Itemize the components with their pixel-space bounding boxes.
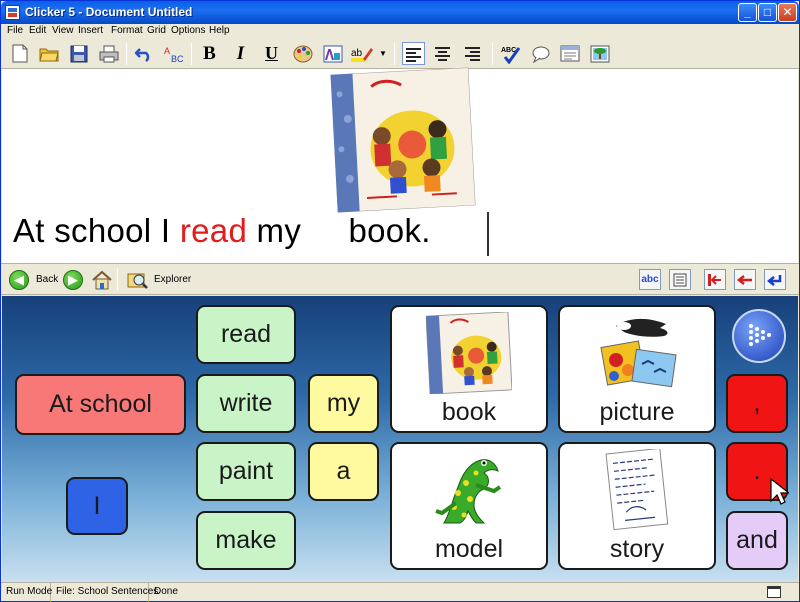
backspace-icon[interactable] <box>734 269 756 290</box>
cell-story[interactable]: story <box>558 442 716 570</box>
doc-word: book. <box>310 212 431 249</box>
menu-help[interactable]: Help <box>209 25 230 36</box>
speech-bubble-icon[interactable] <box>529 42 552 65</box>
cell-i[interactable]: I <box>66 477 128 535</box>
svg-text:A: A <box>164 46 170 56</box>
menu-format[interactable]: Format <box>111 25 143 36</box>
arrow-dots-icon <box>749 324 771 346</box>
maximize-button[interactable]: □ <box>758 3 777 22</box>
align-center-button[interactable] <box>432 42 455 65</box>
svg-text:ab: ab <box>351 48 363 59</box>
undo-icon[interactable] <box>132 42 155 65</box>
print-icon[interactable] <box>97 42 120 65</box>
status-mode: Run Mode <box>1 583 52 602</box>
cell-book[interactable]: book <box>390 305 548 433</box>
book-cover-picture <box>426 311 512 394</box>
color-palette-icon[interactable] <box>291 42 314 65</box>
text-box-icon[interactable] <box>558 42 581 65</box>
doc-word-highlighted: read <box>179 212 248 249</box>
cell-picture[interactable]: picture <box>558 305 716 433</box>
open-folder-icon[interactable] <box>37 42 60 65</box>
clay-lizard-model-picture <box>435 458 502 523</box>
document-sentence: At school I read my book. <box>13 212 431 250</box>
book-cover-picture <box>330 67 476 213</box>
back-label[interactable]: Back <box>36 274 58 285</box>
menu-view[interactable]: View <box>52 25 74 36</box>
toolbar: A BC B I U ab ▼ ABC <box>1 39 799 69</box>
menu-grid[interactable]: Grid <box>147 25 166 36</box>
font-settings-icon[interactable] <box>321 42 344 65</box>
home-icon[interactable] <box>90 268 113 291</box>
menu-edit[interactable]: Edit <box>29 25 46 36</box>
cell-picture-label: picture <box>599 398 675 426</box>
status-file: File: School Sentences <box>51 583 158 602</box>
document-area[interactable]: At school I read my book. <box>2 67 798 263</box>
cell-at-school[interactable]: At school <box>15 374 186 435</box>
grid-forward-button[interactable] <box>732 309 786 363</box>
cell-a[interactable]: a <box>308 442 379 501</box>
cell-book-label: book <box>441 398 497 426</box>
delete-word-icon[interactable] <box>704 269 726 290</box>
cell-and[interactable]: and <box>726 511 788 570</box>
explorer-label[interactable]: Explorer <box>154 274 191 285</box>
close-button[interactable]: ✕ <box>778 3 797 22</box>
menu-insert[interactable]: Insert <box>78 25 103 36</box>
explorer-icon[interactable] <box>125 268 148 291</box>
cell-write[interactable]: write <box>196 374 296 433</box>
doc-word: At school I <box>13 212 180 249</box>
handwritten-story-picture <box>605 448 669 530</box>
painting-picture <box>600 318 677 387</box>
clicker-grid: At school I read write paint make my a b… <box>2 296 798 582</box>
cell-make[interactable]: make <box>196 511 296 570</box>
enter-return-icon[interactable] <box>764 269 786 290</box>
menu-options[interactable]: Options <box>171 25 205 36</box>
status-bar: Run Mode File: School Sentences Done <box>1 582 799 602</box>
cell-my[interactable]: my <box>308 374 379 433</box>
text-caret <box>487 212 489 256</box>
title-bar: Clicker 5 - Document Untitled _ □ ✕ <box>1 1 799 24</box>
minimize-button[interactable]: _ <box>738 3 757 22</box>
new-document-icon[interactable] <box>8 42 31 65</box>
spell-check-tick-icon[interactable]: ABC <box>499 42 522 65</box>
doc-word: my <box>247 212 311 249</box>
svg-text:BC: BC <box>171 54 183 63</box>
bold-button[interactable]: B <box>198 42 221 65</box>
cell-paint[interactable]: paint <box>196 442 296 501</box>
cell-story-label: story <box>609 535 665 563</box>
cell-model[interactable]: model <box>390 442 548 570</box>
spell-abc-button[interactable]: abc <box>639 269 661 290</box>
highlight-pen-icon[interactable]: ab <box>350 42 373 65</box>
chevron-down-icon[interactable]: ▼ <box>377 42 389 65</box>
forward-arrow-icon[interactable]: ▶ <box>63 270 83 290</box>
align-left-button[interactable] <box>402 42 425 65</box>
application-window: Clicker 5 - Document Untitled _ □ ✕ File… <box>0 0 800 602</box>
status-state: Done <box>154 586 178 597</box>
save-disk-icon[interactable] <box>67 42 90 65</box>
cell-read[interactable]: read <box>196 305 296 364</box>
window-mode-icon[interactable] <box>767 586 781 598</box>
navigation-bar: ◀ Back ▶ Explorer abc <box>1 263 799 295</box>
menu-bar: File Edit View Insert Format Grid Option… <box>1 24 799 39</box>
spell-check-icon[interactable]: A BC <box>161 42 184 65</box>
underline-button[interactable]: U <box>260 42 283 65</box>
window-title: Clicker 5 - Document Untitled <box>25 5 193 19</box>
menu-file[interactable]: File <box>7 25 23 36</box>
clicker-app-icon <box>5 5 20 20</box>
mouse-pointer-icon <box>770 477 789 505</box>
picture-frame-icon[interactable] <box>588 42 611 65</box>
grid-list-icon[interactable] <box>669 269 691 290</box>
cell-comma[interactable]: , <box>726 374 788 433</box>
align-right-button[interactable] <box>462 42 485 65</box>
back-arrow-icon[interactable]: ◀ <box>9 270 29 290</box>
italic-button[interactable]: I <box>229 42 252 65</box>
cell-model-label: model <box>434 535 504 563</box>
